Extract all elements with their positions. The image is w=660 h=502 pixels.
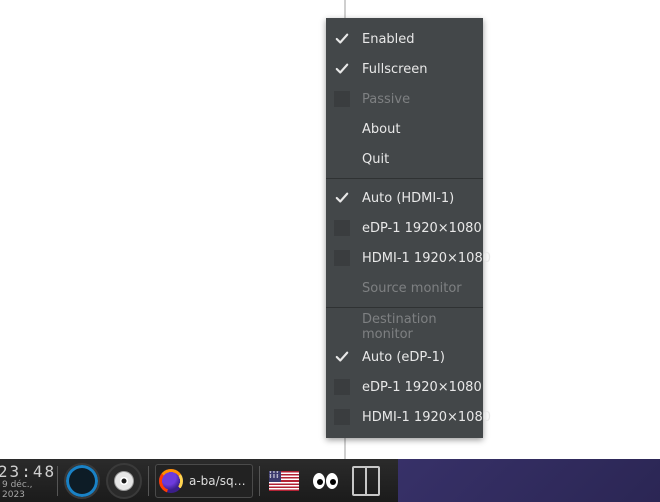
firefox-icon [159, 469, 183, 493]
check-icon [334, 31, 350, 47]
menu-item-label: Auto (eDP-1) [362, 350, 445, 365]
menu-item-label: Auto (HDMI-1) [362, 191, 454, 206]
menu-item-fullscreen[interactable]: Fullscreen [326, 54, 483, 84]
disc-icon [114, 471, 134, 491]
menu-item-dest-auto[interactable]: Auto (eDP-1) [326, 342, 483, 372]
keyboard-layout-indicator[interactable]: ★★★★★★★★★ [269, 471, 299, 491]
taskbar-task-firefox[interactable]: a-ba/sq… [155, 464, 253, 498]
menu-item-source-edp[interactable]: eDP-1 1920×1080 [326, 213, 483, 243]
menu-separator [326, 178, 483, 179]
menu-item-dest-hdmi[interactable]: HDMI-1 1920×1080 [326, 402, 483, 432]
launcher-button-1[interactable] [64, 463, 100, 499]
taskbar-separator [57, 466, 58, 496]
checkbox-icon [334, 379, 350, 395]
menu-item-label: HDMI-1 1920×1080 [362, 251, 491, 266]
blank-window [0, 0, 346, 459]
launcher-button-2[interactable] [106, 463, 142, 499]
menu-item-source-hdmi[interactable]: HDMI-1 1920×1080 [326, 243, 483, 273]
menu-item-label: Passive [362, 92, 410, 107]
menu-item-label: HDMI-1 1920×1080 [362, 410, 491, 425]
menu-item-enabled[interactable]: Enabled [326, 24, 483, 54]
taskbar-clock[interactable]: 23:48 9 déc., 2023 [0, 462, 54, 500]
clock-time: 23:48 [0, 462, 56, 481]
menu-item-quit[interactable]: Quit [326, 144, 483, 174]
clock-date: 9 déc., 2023 [2, 480, 52, 500]
taskbar: 23:48 9 déc., 2023 a-ba/sq… ★★★★★★★★★ [0, 459, 398, 502]
taskbar-separator [259, 466, 260, 496]
xeyes-applet[interactable] [311, 471, 341, 491]
eye-left-icon [313, 473, 325, 489]
menu-separator [326, 307, 483, 308]
menu-item-label: eDP-1 1920×1080 [362, 221, 482, 236]
pane-left-icon [354, 468, 367, 494]
pane-right-icon [367, 468, 378, 494]
checkbox-icon [334, 409, 350, 425]
menu-item-label: Quit [362, 152, 389, 167]
tiling-indicator[interactable] [352, 466, 380, 496]
checkbox-icon [334, 250, 350, 266]
check-icon [334, 349, 350, 365]
menu-item-label: Enabled [362, 32, 415, 47]
menu-item-label: About [362, 122, 400, 137]
task-label: a-ba/sq… [189, 474, 246, 488]
menu-item-label: eDP-1 1920×1080 [362, 380, 482, 395]
check-icon [334, 190, 350, 206]
checkbox-icon [334, 91, 350, 107]
menu-item-source-auto[interactable]: Auto (HDMI-1) [326, 183, 483, 213]
menu-item-about[interactable]: About [326, 114, 483, 144]
tray-popup-menu: Enabled Fullscreen Passive About Quit Au… [326, 18, 483, 438]
checkbox-icon [334, 220, 350, 236]
menu-item-passive: Passive [326, 84, 483, 114]
menu-section-header-destination: Destination monitor [326, 312, 483, 342]
flag-us-icon: ★★★★★★★★★ [269, 471, 281, 482]
taskbar-separator [148, 466, 149, 496]
menu-item-label: Fullscreen [362, 62, 427, 77]
menu-item-dest-edp[interactable]: eDP-1 1920×1080 [326, 372, 483, 402]
blank-area [346, 0, 660, 18]
menu-section-header-source: Source monitor [326, 273, 483, 303]
check-icon [334, 61, 350, 77]
eye-right-icon [326, 473, 338, 489]
